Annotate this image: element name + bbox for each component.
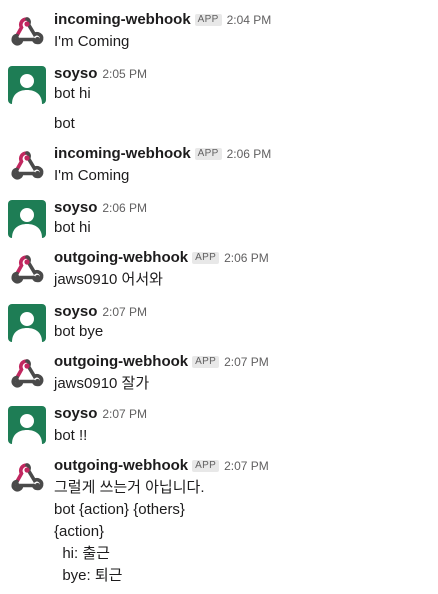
- message-text: 그럴게 쓰는거 아닙니다.: [54, 479, 205, 496]
- message-text: jaws0910 잘가: [54, 375, 150, 392]
- app-badge: APP: [192, 460, 220, 472]
- app-badge: APP: [192, 252, 220, 264]
- sender-name[interactable]: incoming-webhook: [54, 11, 191, 28]
- timestamp[interactable]: 2:07 PM: [224, 459, 269, 473]
- message-header: incoming-webhook APP 2:04 PM: [54, 10, 271, 30]
- message-text: I'm Coming: [54, 33, 130, 50]
- timestamp[interactable]: 2:04 PM: [227, 13, 272, 27]
- message-header: soyso 2:07 PM: [54, 404, 147, 424]
- sender-name[interactable]: soyso: [54, 303, 97, 320]
- message-text: bot bye: [54, 323, 104, 340]
- message-text: {action}: [54, 523, 105, 540]
- timestamp[interactable]: 2:07 PM: [102, 407, 147, 421]
- app-badge: APP: [192, 356, 220, 368]
- message-header: soyso 2:07 PM: [54, 302, 147, 322]
- webhook-icon[interactable]: [8, 12, 46, 50]
- message-header: outgoing-webhook APP 2:06 PM: [54, 248, 269, 268]
- webhook-icon[interactable]: [8, 458, 46, 496]
- sender-name[interactable]: soyso: [54, 65, 97, 82]
- sender-name[interactable]: outgoing-webhook: [54, 249, 188, 266]
- sender-name[interactable]: outgoing-webhook: [54, 353, 188, 370]
- webhook-icon[interactable]: [8, 146, 46, 184]
- timestamp[interactable]: 2:07 PM: [224, 355, 269, 369]
- message-header: soyso 2:06 PM: [54, 198, 147, 218]
- webhook-icon[interactable]: [8, 354, 46, 392]
- app-badge: APP: [194, 14, 222, 26]
- user-avatar[interactable]: [8, 406, 46, 444]
- sender-name[interactable]: soyso: [54, 405, 97, 422]
- sender-name[interactable]: incoming-webhook: [54, 145, 191, 162]
- timestamp[interactable]: 2:05 PM: [102, 67, 147, 81]
- message-text: bye: 퇴근: [54, 567, 123, 584]
- user-avatar[interactable]: [8, 200, 46, 238]
- timestamp[interactable]: 2:06 PM: [102, 201, 147, 215]
- message-text: hi: 출근: [54, 545, 110, 562]
- message-text: bot {action} {others}: [54, 501, 185, 518]
- app-badge: APP: [194, 148, 222, 160]
- message-header: incoming-webhook APP 2:06 PM: [54, 144, 271, 164]
- message-text: bot !!: [54, 427, 88, 444]
- user-avatar[interactable]: [8, 304, 46, 342]
- message-text: jaws0910 어서와: [54, 271, 163, 288]
- user-avatar[interactable]: [8, 66, 46, 104]
- message-text: bot hi: [54, 85, 91, 102]
- message-text: I'm Coming: [54, 167, 130, 184]
- webhook-icon[interactable]: [8, 250, 46, 288]
- message-list: incoming-webhook APP 2:04 PM I'm Coming so…: [0, 0, 438, 594]
- message-text: bot: [54, 115, 75, 132]
- sender-name[interactable]: outgoing-webhook: [54, 457, 188, 474]
- timestamp[interactable]: 2:07 PM: [102, 305, 147, 319]
- message-header: outgoing-webhook APP 2:07 PM: [54, 352, 269, 372]
- sender-name[interactable]: soyso: [54, 199, 97, 216]
- timestamp[interactable]: 2:06 PM: [224, 251, 269, 265]
- message-header: soyso 2:05 PM: [54, 64, 147, 84]
- timestamp[interactable]: 2:06 PM: [227, 147, 272, 161]
- message-header: outgoing-webhook APP 2:07 PM: [54, 456, 269, 476]
- message-text: bot hi: [54, 219, 91, 236]
